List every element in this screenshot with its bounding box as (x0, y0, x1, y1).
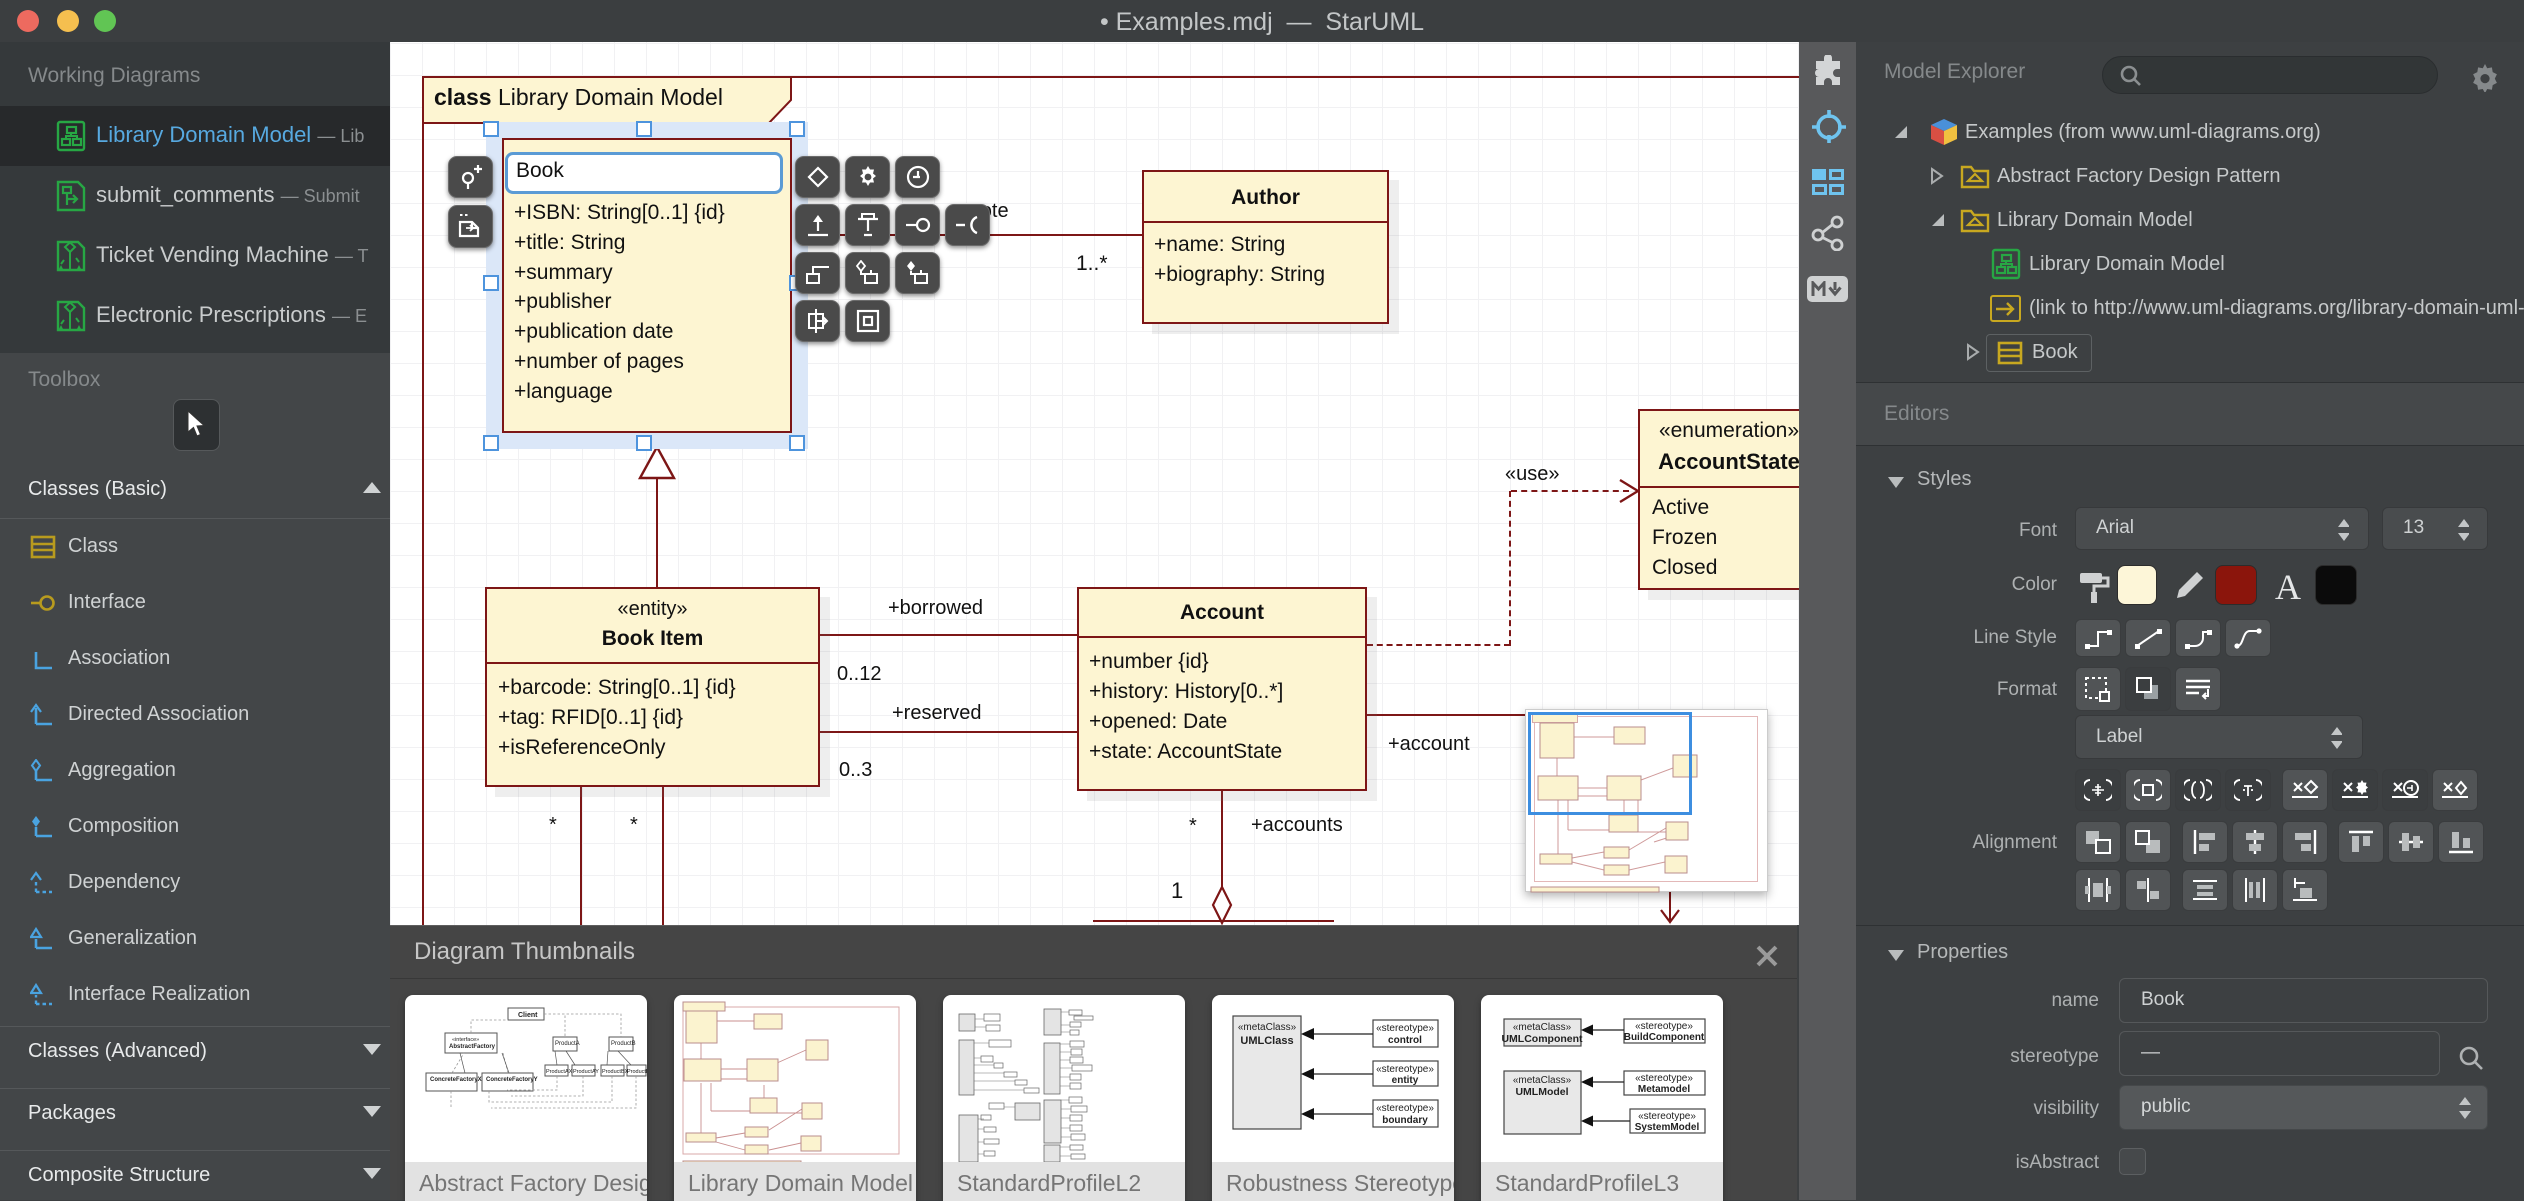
svg-text:AbstractFactory: AbstractFactory (449, 1044, 496, 1050)
svg-text:boundary: boundary (1382, 1115, 1428, 1126)
svg-text:SystemModel: SystemModel (1635, 1122, 1700, 1133)
svg-text:ProductBX: ProductBX (602, 1069, 629, 1075)
svg-text:ProductB: ProductB (611, 1041, 636, 1047)
svg-text:ProductBY: ProductBY (627, 1069, 647, 1075)
svg-text:ProductAY: ProductAY (573, 1069, 599, 1075)
svg-text:entity: entity (1392, 1075, 1419, 1086)
svg-text:UMLClass: UMLClass (1240, 1035, 1293, 1047)
svg-text:ProductAX: ProductAX (546, 1069, 573, 1075)
svg-text:Client: Client (518, 1012, 538, 1019)
svg-text:«stereotype»: «stereotype» (1635, 1021, 1693, 1032)
svg-text:control: control (1388, 1035, 1422, 1046)
svg-text:«metaClass»: «metaClass» (1238, 1022, 1297, 1033)
svg-text:«stereotype»: «stereotype» (1635, 1073, 1693, 1084)
svg-text:«stereotype»: «stereotype» (1376, 1023, 1434, 1034)
svg-text:«metaClass»: «metaClass» (1513, 1022, 1572, 1033)
svg-text:«stereotype»: «stereotype» (1376, 1064, 1434, 1075)
svg-text:«stereotype»: «stereotype» (1638, 1111, 1696, 1122)
svg-text:ConcreteFactoryY: ConcreteFactoryY (486, 1077, 538, 1083)
svg-text:ProductA: ProductA (555, 1041, 580, 1047)
svg-text:BuildComponent: BuildComponent (1624, 1032, 1705, 1043)
svg-text:UMLComponent: UMLComponent (1501, 1033, 1583, 1045)
svg-text:«interface»: «interface» (452, 1037, 479, 1043)
svg-text:«metaClass»: «metaClass» (1513, 1075, 1572, 1086)
svg-text:UMLModel: UMLModel (1515, 1086, 1568, 1098)
svg-text:Metamodel: Metamodel (1638, 1084, 1690, 1095)
svg-text:«stereotype»: «stereotype» (1376, 1103, 1434, 1114)
svg-text:ConcreteFactoryX: ConcreteFactoryX (430, 1077, 482, 1083)
